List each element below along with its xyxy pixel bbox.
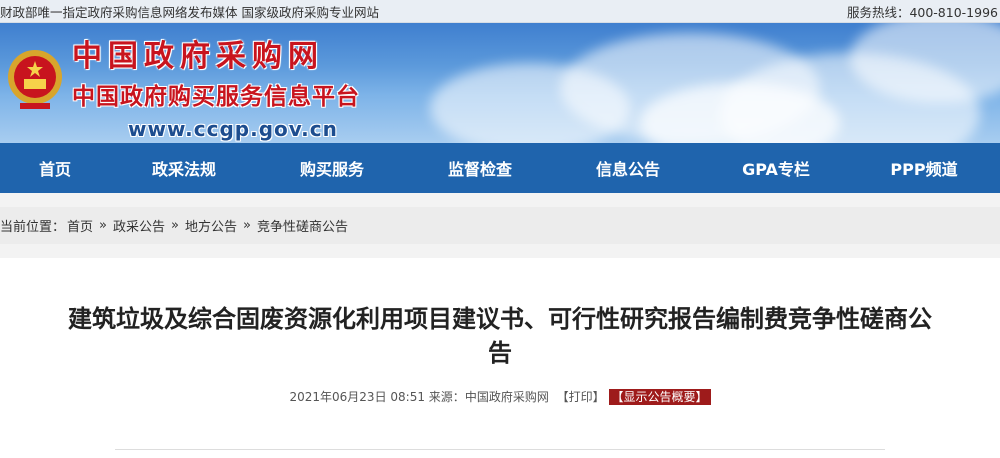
show-summary-button[interactable]: 【显示公告概要】 bbox=[608, 389, 711, 405]
logo-subtitle: 中国政府购买服务信息平台 bbox=[72, 84, 360, 110]
title-line-2: 告 bbox=[488, 339, 512, 367]
nav-item-supervision[interactable]: 监督检查 bbox=[406, 156, 554, 180]
nav-item-announcements[interactable]: 信息公告 bbox=[554, 156, 702, 180]
breadcrumb-separator: » bbox=[171, 218, 179, 233]
breadcrumb-item-current[interactable]: 竞争性磋商公告 bbox=[257, 216, 348, 235]
page-title: 建筑垃圾及综合固废资源化利用项目建议书、可行性研究报告编制费竞争性磋商公 告 bbox=[20, 258, 980, 370]
top-info-bar: 财政部唯一指定政府采购信息网络发布媒体 国家级政府采购专业网站 服务热线：400… bbox=[0, 0, 1000, 23]
nav-item-gpa[interactable]: GPA专栏 bbox=[702, 156, 850, 180]
breadcrumb-separator: » bbox=[99, 218, 107, 233]
main-nav: 首页 政采法规 购买服务 监督检查 信息公告 GPA专栏 PPP频道 bbox=[0, 143, 1000, 193]
national-emblem-icon bbox=[8, 50, 62, 109]
breadcrumb: 当前位置： 首页 » 政采公告 » 地方公告 » 竞争性磋商公告 bbox=[0, 207, 1000, 244]
breadcrumb-item-local[interactable]: 地方公告 bbox=[185, 216, 237, 235]
breadcrumb-separator: » bbox=[243, 218, 251, 233]
nav-item-home[interactable]: 首页 bbox=[0, 156, 110, 180]
source-label: 来源： bbox=[428, 390, 465, 404]
nav-item-purchase-services[interactable]: 购买服务 bbox=[258, 156, 406, 180]
breadcrumb-item-home[interactable]: 首页 bbox=[67, 216, 93, 235]
logo-title: 中国政府采购网 bbox=[72, 39, 324, 74]
site-slogan: 财政部唯一指定政府采购信息网络发布媒体 国家级政府采购专业网站 bbox=[0, 4, 379, 20]
publish-date: 2021年06月23日 08:51 bbox=[289, 390, 425, 404]
article-meta: 2021年06月23日 08:51 来源：中国政府采购网 【打印】 【显示公告概… bbox=[0, 388, 1000, 405]
nav-item-ppp[interactable]: PPP频道 bbox=[850, 156, 998, 180]
header-banner: 中国政府采购网 中国政府购买服务信息平台 www.ccgp.gov.cn bbox=[0, 23, 1000, 143]
service-hotline: 服务热线：400-810-1996 bbox=[846, 4, 998, 20]
source-link[interactable]: 中国政府采购网 bbox=[465, 390, 549, 404]
site-logo[interactable]: 中国政府采购网 中国政府购买服务信息平台 www.ccgp.gov.cn bbox=[72, 31, 360, 141]
print-link[interactable]: 【打印】 bbox=[557, 390, 605, 404]
logo-url: www.ccgp.gov.cn bbox=[128, 117, 338, 141]
divider bbox=[115, 449, 885, 450]
article-panel: 建筑垃圾及综合固废资源化利用项目建议书、可行性研究报告编制费竞争性磋商公 告 2… bbox=[0, 258, 1000, 458]
breadcrumb-item-announcements[interactable]: 政采公告 bbox=[113, 216, 165, 235]
breadcrumb-label: 当前位置： bbox=[0, 220, 66, 235]
nav-item-regulations[interactable]: 政采法规 bbox=[110, 156, 258, 180]
title-line-1: 建筑垃圾及综合固废资源化利用项目建议书、可行性研究报告编制费竞争性磋商公 bbox=[68, 305, 932, 333]
